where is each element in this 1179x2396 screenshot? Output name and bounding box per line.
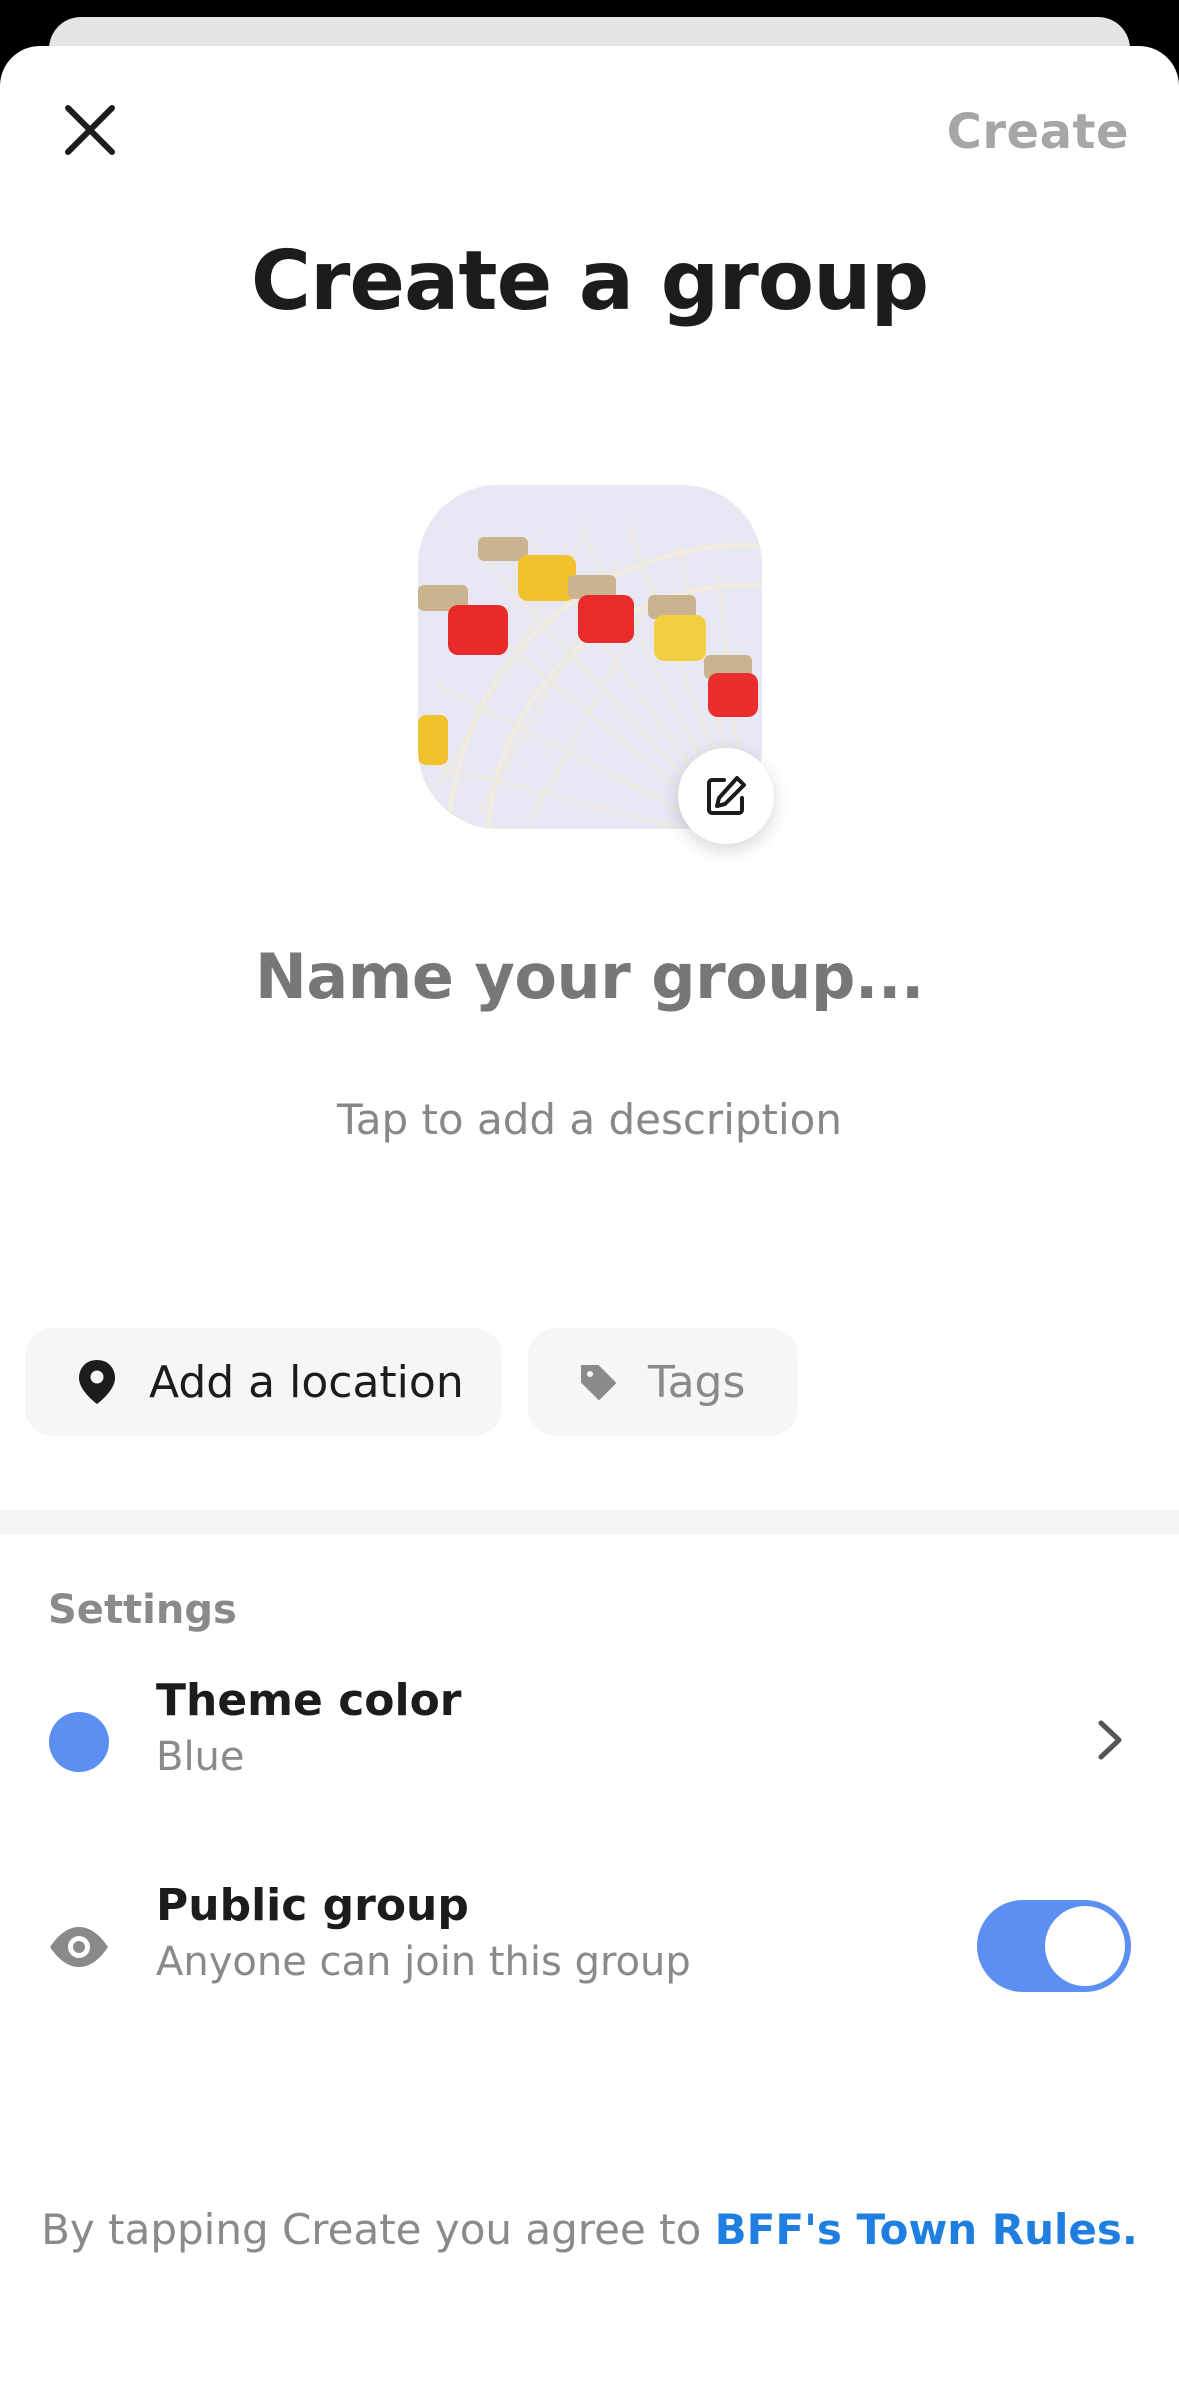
tags-button[interactable]: Tags (528, 1328, 798, 1436)
eye-icon (50, 1927, 108, 1967)
page-title: Create a group (250, 234, 929, 329)
theme-color-row[interactable]: Theme color Blue (0, 1673, 1179, 1803)
create-group-sheet: Create Create a group Name your group...… (0, 46, 1179, 2396)
group-name-input[interactable]: Name your group... (0, 940, 1179, 1013)
tag-icon (578, 1358, 618, 1406)
tags-label: Tags (648, 1356, 746, 1408)
edit-icon (707, 776, 746, 815)
location-pin-icon (77, 1358, 117, 1406)
section-divider (0, 1510, 1179, 1534)
theme-color-swatch (49, 1712, 109, 1772)
add-location-label: Add a location (149, 1356, 464, 1408)
public-group-subtitle: Anyone can join this group (156, 1939, 691, 1985)
theme-color-value: Blue (156, 1734, 245, 1780)
theme-color-title: Theme color (156, 1675, 462, 1726)
close-icon (65, 105, 115, 155)
terms-footer: By tapping Create you agree to BFF's Tow… (0, 2205, 1179, 2254)
public-group-toggle[interactable] (977, 1900, 1131, 1992)
terms-text: By tapping Create you agree to (41, 2205, 715, 2254)
town-rules-link[interactable]: BFF's Town Rules. (715, 2205, 1138, 2254)
toggle-knob (1045, 1906, 1125, 1986)
create-button[interactable]: Create (947, 104, 1129, 160)
close-button[interactable] (60, 100, 120, 160)
chevron-right-icon (1098, 1720, 1122, 1760)
public-group-row: Public group Anyone can join this group (0, 1878, 1179, 2008)
group-description-input[interactable]: Tap to add a description (0, 1095, 1179, 1144)
edit-photo-button[interactable] (678, 748, 774, 844)
add-location-button[interactable]: Add a location (25, 1328, 502, 1436)
settings-heading: Settings (48, 1587, 237, 1633)
public-group-title: Public group (156, 1880, 469, 1931)
